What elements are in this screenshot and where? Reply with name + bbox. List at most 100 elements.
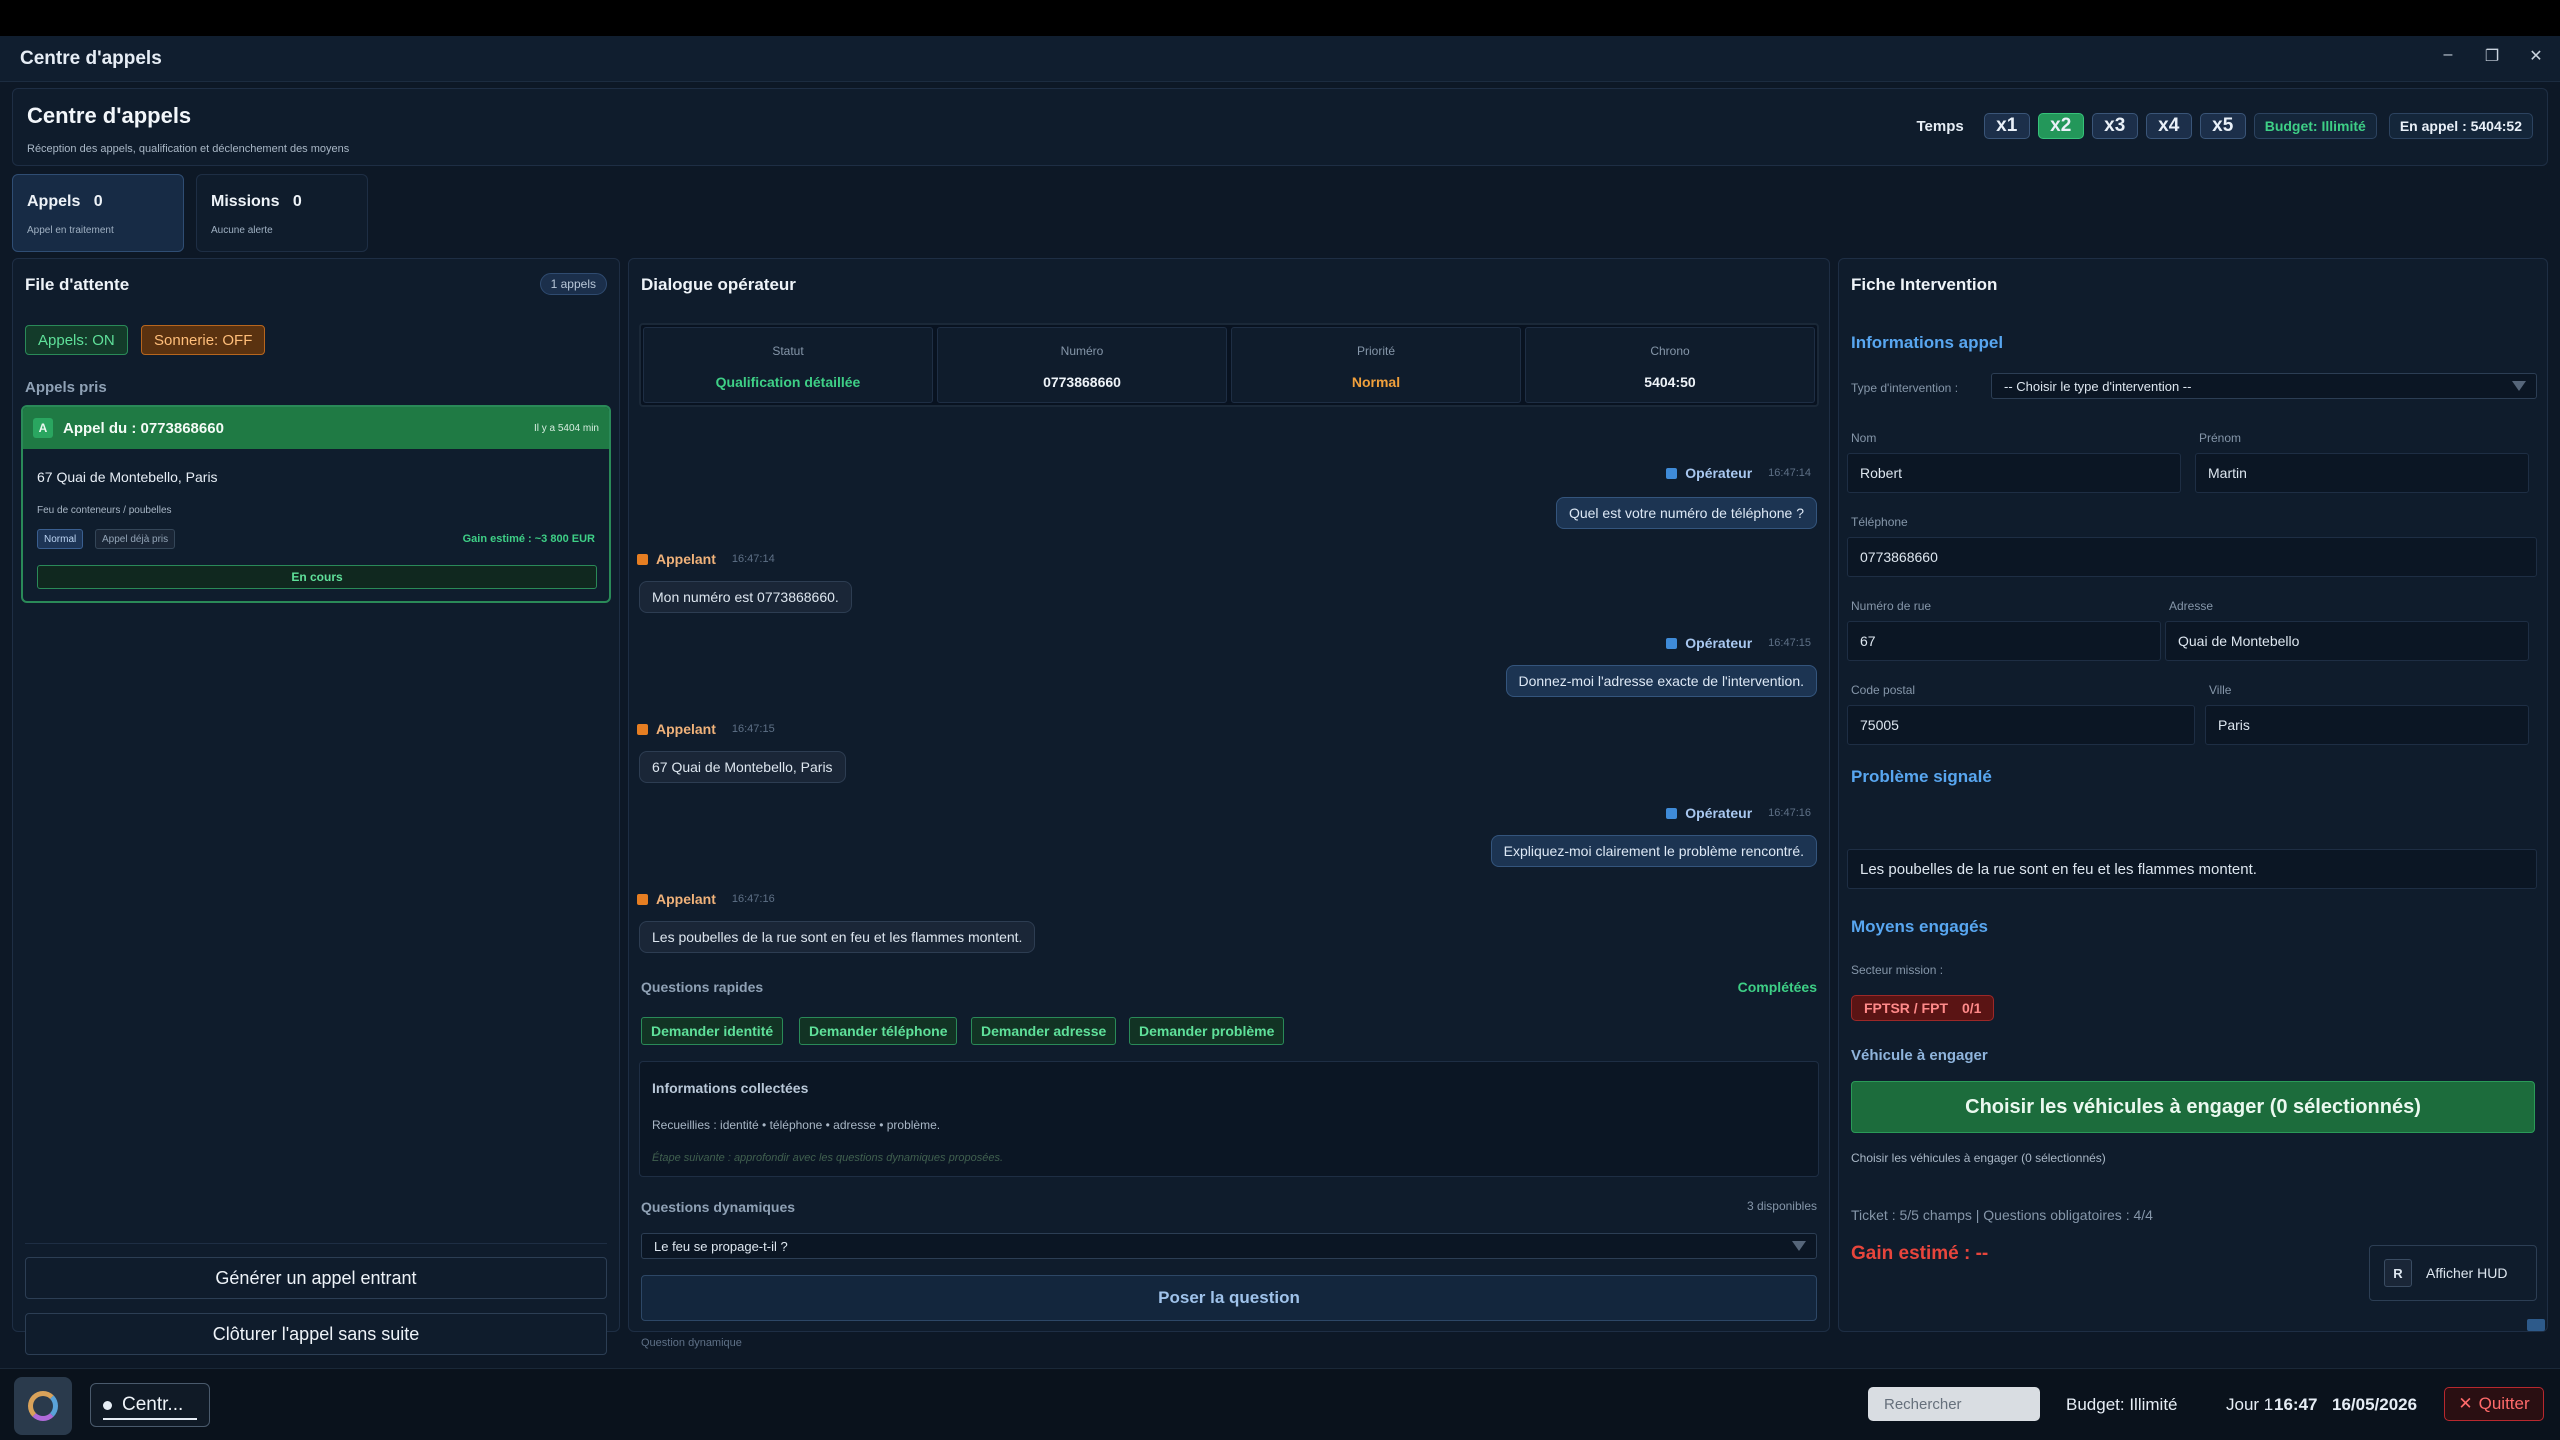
caller-avatar: A <box>33 418 53 438</box>
page-subtitle: Réception des appels, qualification et d… <box>27 143 350 155</box>
show-hud-button[interactable]: R Afficher HUD <box>2369 1245 2537 1301</box>
call-card[interactable]: A Appel du : 0773868660 Il y a 5404 min … <box>21 405 611 603</box>
ask-phone-button[interactable]: Demander téléphone <box>799 1017 958 1045</box>
call-card-header: A Appel du : 0773868660 Il y a 5404 min <box>23 407 609 449</box>
ring-toggle[interactable]: Sonnerie: OFF <box>141 325 266 355</box>
taskbar-task-label: Centr... <box>122 1394 184 1415</box>
app-window: Centre d'appels – ❐ ✕ Centre d'appels Ré… <box>0 36 2560 1440</box>
operator-marker-icon <box>1666 467 1678 479</box>
close-button[interactable]: ✕ <box>2524 46 2548 66</box>
postal-code-field[interactable]: 75005 <box>1847 705 2195 745</box>
estimated-gain: Gain estimé : -- <box>1851 1243 1989 1264</box>
next-step-hint: Étape suivante : approfondir avec les qu… <box>652 1152 1003 1164</box>
tab-missions-label: Missions 0 <box>211 193 302 210</box>
choose-vehicles-button[interactable]: Choisir les véhicules à engager (0 sélec… <box>1851 1081 2535 1133</box>
minimize-button[interactable]: – <box>2436 46 2460 64</box>
problem-field[interactable]: Les poubelles de la rue sont en feu et l… <box>1847 849 2537 889</box>
call-gain: Gain estimé : ~3 800 EUR <box>462 533 595 545</box>
intervention-type-value: -- Choisir le type d'intervention -- <box>2004 378 2192 394</box>
active-dot-icon <box>103 1400 112 1410</box>
message-bubble: Expliquez-moi clairement le problème ren… <box>1490 835 1817 867</box>
dialog-panel: Dialogue opérateur Statut Qualification d… <box>628 258 1830 1349</box>
sector-name: FPTSR / FPT <box>1864 1000 1948 1016</box>
hud-label: Afficher HUD <box>2426 1265 2508 1281</box>
taskbar-search-input[interactable]: Rechercher <box>1868 1387 2040 1421</box>
quit-button[interactable]: ✕ Quitter <box>2444 1387 2544 1421</box>
caller-marker-icon <box>637 553 648 565</box>
message-header: Appelant 16:47:16 <box>637 891 775 907</box>
taken-tag: Appel déjà pris <box>95 529 176 549</box>
message-header: Appelant 16:47:15 <box>637 721 775 737</box>
speed-x4-button[interactable]: x4 <box>2145 113 2192 139</box>
scroll-indicator[interactable] <box>2527 1319 2545 1331</box>
street-number-label: Numéro de rue <box>1851 599 1932 613</box>
intervention-type-select[interactable]: -- Choisir le type d'intervention -- <box>1991 373 2537 399</box>
main-tabs: Appels 0 Appel en traitement Missions 0 … <box>12 174 368 252</box>
queue-title: File d'attente <box>25 275 130 294</box>
tab-appels-sub: Appel en traitement <box>27 225 114 236</box>
call-age: Il y a 5404 min <box>533 422 599 434</box>
quick-questions-heading: Questions rapides <box>641 979 764 995</box>
app-logo-icon[interactable] <box>14 1377 72 1435</box>
chevron-down-icon <box>2512 381 2526 391</box>
taskbar-day: Jour 1 <box>2226 1395 2274 1414</box>
message-bubble: Les poubelles de la rue sont en feu et l… <box>639 921 1036 953</box>
message-bubble: Mon numéro est 0773868660. <box>639 581 852 613</box>
close-call-button[interactable]: Clôturer l'appel sans suite <box>25 1313 607 1355</box>
taskbar: Centr... Rechercher Budget: Illimité Jou… <box>0 1368 2560 1440</box>
dynamic-question-select[interactable]: Le feu se propage-t-il ? <box>641 1233 1817 1259</box>
nom-field[interactable]: Robert <box>1847 453 2181 493</box>
tab-appels[interactable]: Appels 0 Appel en traitement <box>12 174 184 252</box>
message-header: Opérateur 16:47:16 <box>1666 805 1811 821</box>
prenom-field[interactable]: Martin <box>2195 453 2529 493</box>
maximize-button[interactable]: ❐ <box>2480 46 2504 66</box>
in-call-timer: En appel : 5404:52 <box>2388 113 2533 139</box>
dynamic-question-value: Le feu se propage-t-il ? <box>654 1238 788 1254</box>
message-header: Appelant 16:47:14 <box>637 551 775 567</box>
calls-toggle[interactable]: Appels: ON <box>25 325 128 355</box>
close-icon: ✕ <box>2458 1394 2473 1413</box>
city-field[interactable]: Paris <box>2205 705 2529 745</box>
phone-field[interactable]: 0773868660 <box>1847 537 2537 577</box>
speed-x5-button[interactable]: x5 <box>2199 113 2246 139</box>
taken-calls-heading: Appels pris <box>25 379 107 396</box>
stat-priority: Priorité Normal <box>1231 327 1521 403</box>
active-underline <box>103 1418 197 1420</box>
taskbar-time: 16:47 <box>2274 1395 2318 1414</box>
tel-label: Téléphone <box>1851 515 1908 529</box>
tab-appels-label: Appels 0 <box>27 193 103 210</box>
dynamic-question-footer: Question dynamique <box>641 1337 742 1349</box>
ask-identity-button[interactable]: Demander identité <box>641 1017 784 1045</box>
type-label: Type d'intervention : <box>1851 381 1959 395</box>
speed-x3-button[interactable]: x3 <box>2091 113 2138 139</box>
queue-panel: File d'attente 1 appels Appels: ON Sonne… <box>12 258 620 1355</box>
collected-info-text: Recueillies : identité • téléphone • adr… <box>652 1118 941 1132</box>
tab-missions[interactable]: Missions 0 Aucune alerte <box>196 174 368 252</box>
sector-label: Secteur mission : <box>1851 963 1944 977</box>
queue-count-badge: 1 appels <box>539 273 607 295</box>
form-title: Fiche Intervention <box>1851 275 1998 294</box>
ask-address-button[interactable]: Demander adresse <box>971 1017 1117 1045</box>
title-bar: Centre d'appels – ❐ ✕ <box>0 36 2560 82</box>
call-status-badge: En cours <box>37 565 597 589</box>
vehicle-selection-note: Choisir les véhicules à engager (0 sélec… <box>1851 1151 2106 1165</box>
address-field[interactable]: Quai de Montebello <box>2165 621 2529 661</box>
speed-x2-button[interactable]: x2 <box>2037 113 2084 139</box>
hud-shortcut-key: R <box>2384 1259 2412 1287</box>
stat-number: Numéro 0773868660 <box>937 327 1227 403</box>
caller-marker-icon <box>637 893 648 905</box>
generate-call-button[interactable]: Générer un appel entrant <box>25 1257 607 1299</box>
quit-label: Quitter <box>2478 1394 2530 1413</box>
budget-badge: Budget: Illimité <box>2253 113 2377 139</box>
ask-question-button[interactable]: Poser la question <box>641 1275 1817 1321</box>
divider <box>25 1243 607 1244</box>
ask-problem-button[interactable]: Demander problème <box>1129 1017 1285 1045</box>
ticket-status: Ticket : 5/5 champs | Questions obligato… <box>1851 1207 2153 1223</box>
speed-x1-button[interactable]: x1 <box>1983 113 2030 139</box>
nom-label: Nom <box>1851 431 1877 445</box>
street-number-field[interactable]: 67 <box>1847 621 2161 661</box>
taskbar-date: 16/05/2026 <box>2332 1395 2418 1414</box>
taskbar-task-button[interactable]: Centr... <box>90 1383 210 1427</box>
collected-info-title: Informations collectées <box>652 1080 809 1096</box>
dynamic-questions-count: 3 disponibles <box>1746 1199 1817 1213</box>
